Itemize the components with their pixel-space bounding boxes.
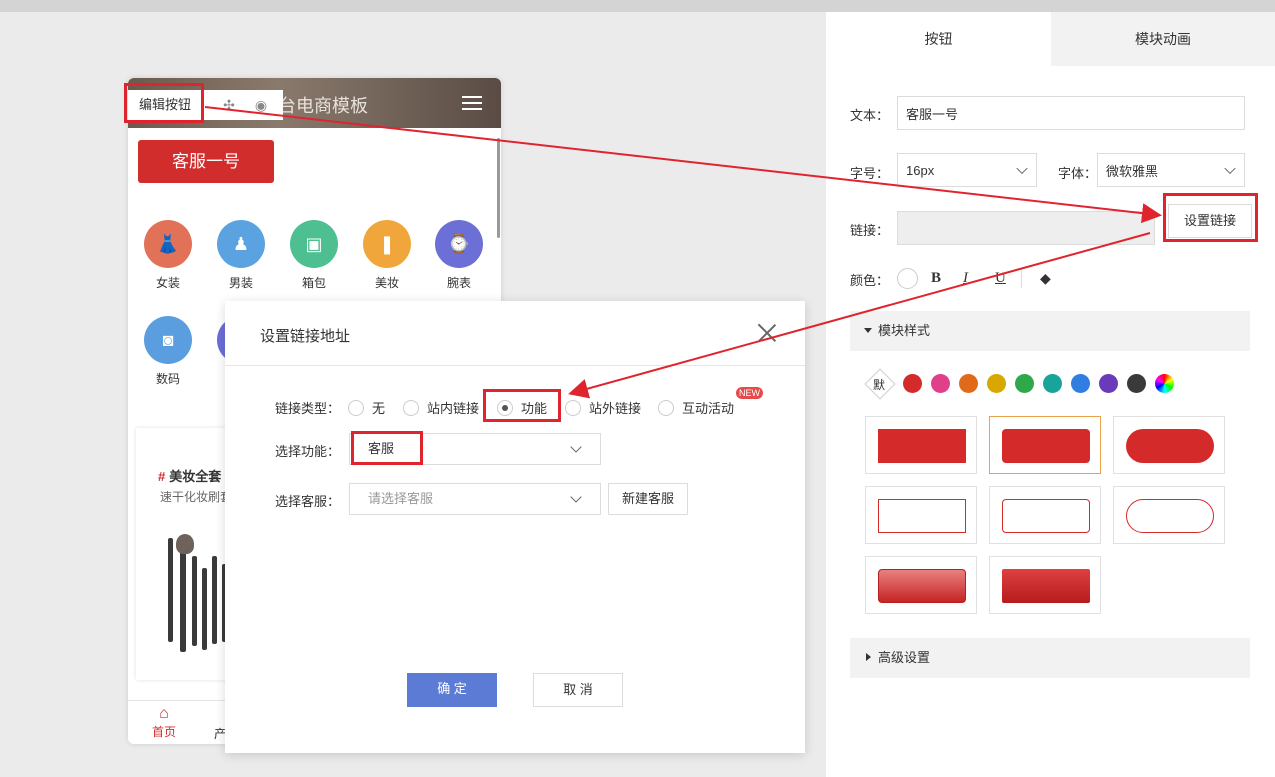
arrow-to-function (568, 232, 1151, 399)
annotation-arrows (204, 106, 1162, 399)
arrow-to-set-link (204, 106, 1162, 224)
